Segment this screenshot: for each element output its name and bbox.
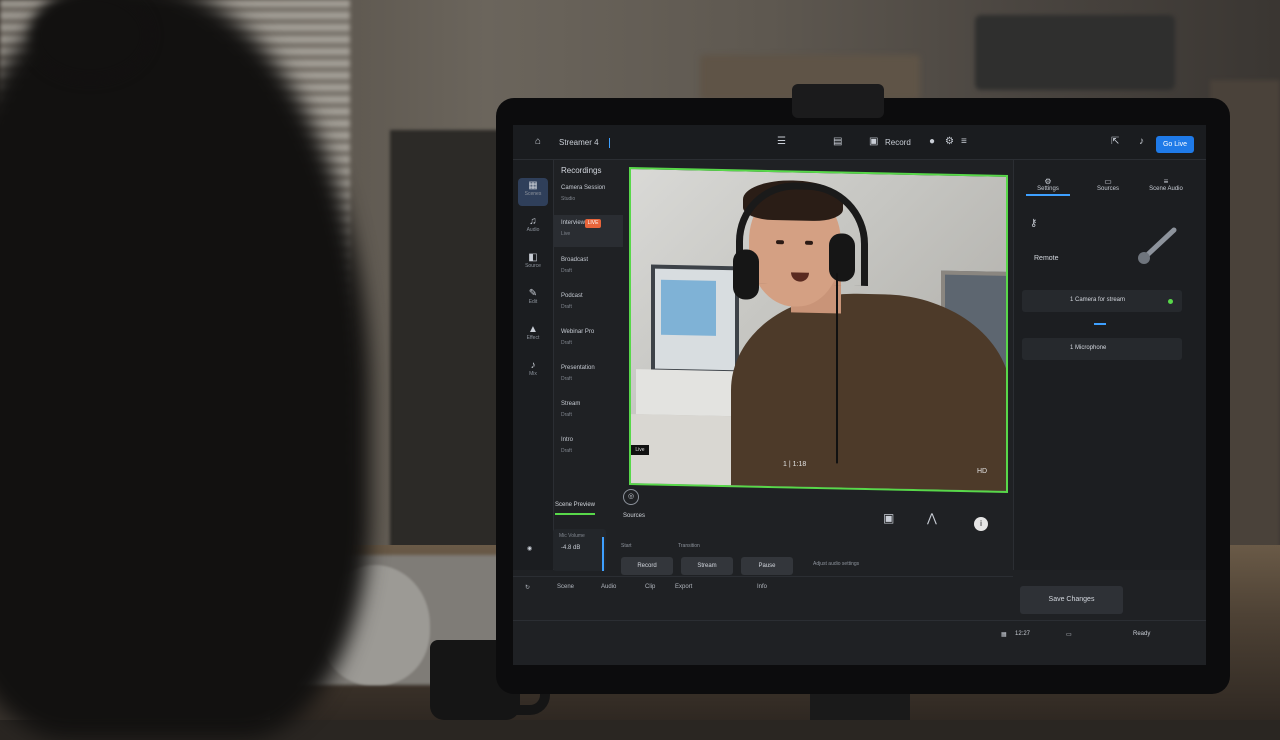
list-item[interactable]: Stream Draft xyxy=(553,396,623,428)
rail-item-mix[interactable]: ♪ Mix xyxy=(518,358,548,386)
live-tag: Live xyxy=(631,445,649,455)
settings-icon: ⚙ xyxy=(1044,177,1052,186)
list-icon[interactable]: ≡ xyxy=(961,136,967,147)
video-timecode: 1 | 1:18 xyxy=(783,461,807,468)
tab-scene-audio[interactable]: ≡ Scene Audio xyxy=(1144,177,1188,192)
grid-icon: ▦ xyxy=(528,180,538,191)
tab-settings[interactable]: ⚙ Settings xyxy=(1026,177,1070,196)
camera-source-row[interactable]: 1 Camera for stream xyxy=(1022,290,1182,312)
list-item[interactable]: Broadcast Draft xyxy=(553,252,623,284)
user-icon[interactable]: ◉ xyxy=(527,545,532,552)
tab-scene-preview[interactable]: Scene Preview xyxy=(555,502,596,515)
effect-icon: ▲ xyxy=(528,324,538,335)
list-item[interactable]: Intro Draft xyxy=(553,432,623,464)
mic-volume-meter[interactable]: Mic Volume -4.8 dB xyxy=(553,529,606,571)
pause-button[interactable]: Pause xyxy=(741,557,793,575)
footer-bar: ▦ 12:27 ▭ Ready xyxy=(513,620,1206,651)
refresh-icon[interactable]: ↻ xyxy=(525,584,530,591)
headphones-cup xyxy=(733,249,759,300)
webcam xyxy=(792,84,884,118)
tab-sources[interactable]: Sources xyxy=(623,513,645,519)
panel-title: Recordings xyxy=(561,166,602,175)
notification-icon[interactable]: ♪ xyxy=(1139,136,1144,147)
transition-icon[interactable]: ⋀ xyxy=(927,511,937,525)
menu-icon[interactable]: ☰ xyxy=(777,136,786,147)
live-badge: LIVE xyxy=(585,219,601,228)
headphones-icon: ♫ xyxy=(529,216,537,227)
app-name: Streamer 4 xyxy=(559,138,599,147)
divider xyxy=(609,138,610,148)
rail-item-source[interactable]: ◧ Source xyxy=(518,250,548,278)
rail-item-scenes[interactable]: ▦ Scenes xyxy=(518,178,548,206)
key-icon: ⚷ xyxy=(1030,218,1038,229)
camera-icon: ◧ xyxy=(528,252,538,263)
hint-text: Adjust audio settings xyxy=(813,561,860,567)
recordings-panel: Recordings Camera Session Studio Intervi… xyxy=(553,160,623,510)
mixer-icon: ♪ xyxy=(530,360,536,371)
video-background-screen xyxy=(661,279,716,336)
stream-button[interactable]: Stream xyxy=(681,557,733,575)
list-item[interactable]: Webinar Pro Draft xyxy=(553,324,623,356)
logo-icon: ⌂ xyxy=(535,136,542,147)
location-icon[interactable]: ● xyxy=(929,136,935,147)
display-icon[interactable]: ▭ xyxy=(1066,631,1072,638)
list-item[interactable]: Camera Session Studio xyxy=(553,180,623,212)
calendar-icon: ▦ xyxy=(1001,632,1007,638)
camera-icon[interactable]: ◎ xyxy=(623,489,639,505)
radio xyxy=(975,15,1175,90)
edit-icon: ✎ xyxy=(528,288,538,299)
clock-label: 12:27 xyxy=(1015,631,1031,637)
camera-icon: ▭ xyxy=(1104,177,1112,186)
sliders-icon: ≡ xyxy=(1163,177,1169,186)
list-item[interactable]: Presentation Draft xyxy=(553,360,623,392)
rail-item-audio[interactable]: ♫ Audio xyxy=(518,214,548,242)
person-sweater xyxy=(731,291,1008,493)
section-label: Remote xyxy=(1034,255,1059,262)
tab-sources-right[interactable]: ▭ Sources xyxy=(1086,177,1130,192)
record-button[interactable]: Record xyxy=(621,557,673,575)
go-live-button[interactable]: Go Live xyxy=(1156,136,1194,153)
settings-icon[interactable]: ⚙ xyxy=(945,136,954,147)
selection-indicator xyxy=(1094,323,1106,325)
ready-label: Ready xyxy=(1133,631,1151,637)
rail-item-effect[interactable]: ▲ Effect xyxy=(518,322,548,350)
save-changes-button[interactable]: Save Changes xyxy=(1020,586,1123,614)
volume-bar xyxy=(602,537,604,571)
list-item[interactable]: Podcast Draft xyxy=(553,288,623,320)
top-bar: ⌂ Streamer 4 ☰ ▤ ▣ Record ● ⚙ ≡ ⇱ ♪ Go L… xyxy=(513,125,1206,160)
save-icon[interactable]: ▣ xyxy=(883,511,894,525)
record-icon[interactable]: ▣ xyxy=(869,136,878,147)
headphones-cable xyxy=(836,273,838,464)
microphone-device-icon xyxy=(1138,227,1177,264)
app-window: ⌂ Streamer 4 ☰ ▤ ▣ Record ● ⚙ ≡ ⇱ ♪ Go L… xyxy=(513,125,1206,665)
video-preview[interactable] xyxy=(629,167,1008,493)
quality-label: HD xyxy=(977,468,988,475)
video-printer xyxy=(636,369,736,417)
status-bar: ↻ Scene Audio Clip Export Info xyxy=(513,576,1013,599)
mixer-area: Mic Volume -4.8 dB Start Transition Reco… xyxy=(513,525,1013,615)
right-panel: ⚙ Settings ▭ Sources ≡ Scene Audio ⚷ Rem… xyxy=(1013,160,1206,570)
list-item[interactable]: Interview LIVE Live xyxy=(553,215,623,247)
headphones-cup xyxy=(829,233,855,282)
microphone-row[interactable]: 1 Microphone xyxy=(1022,338,1182,360)
icon-rail: ▦ Scenes ♫ Audio ◧ Source ✎ Edit ▲ Effec… xyxy=(513,160,554,570)
menu-label[interactable]: Record xyxy=(885,138,911,147)
status-dot xyxy=(1168,299,1173,304)
rail-item-edit[interactable]: ✎ Edit xyxy=(518,286,548,314)
share-icon[interactable]: ⇱ xyxy=(1111,136,1119,147)
layout-icon[interactable]: ▤ xyxy=(833,136,842,147)
